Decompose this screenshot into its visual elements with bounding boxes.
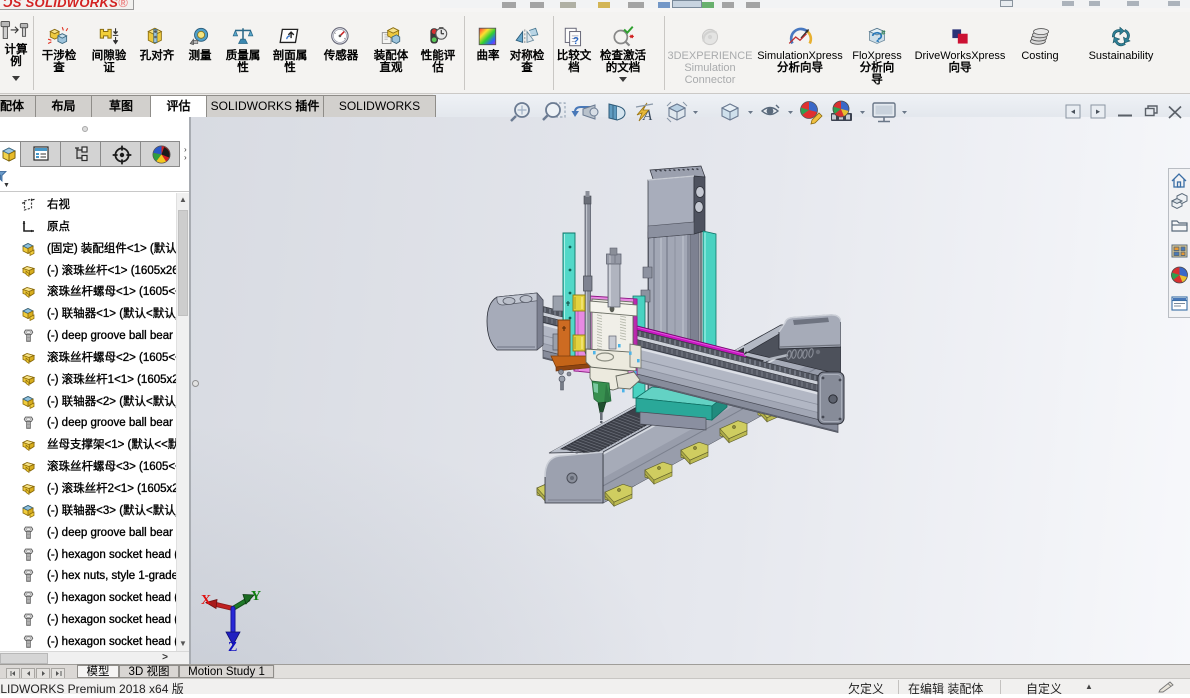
svg-text:?: ?: [573, 36, 579, 47]
svg-text:X: X: [201, 593, 211, 608]
svg-text:A: A: [642, 108, 653, 124]
svg-text:Z: Z: [228, 640, 237, 655]
svg-text:#: #: [881, 28, 886, 37]
svg-text:Y: Y: [251, 589, 261, 604]
